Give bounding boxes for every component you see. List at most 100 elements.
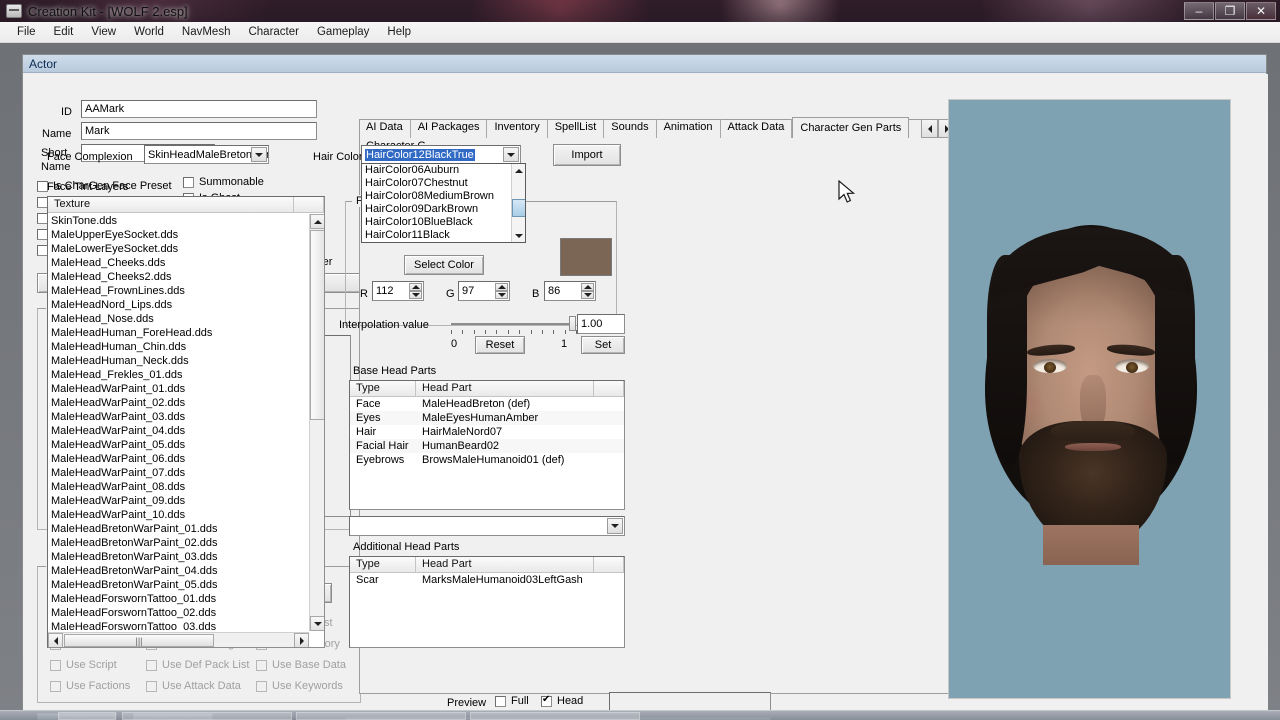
- hair-color-dropdown-list[interactable]: HairColor06Auburn HairColor07Chestnut Hair…: [361, 163, 526, 243]
- face-tint-layer-row[interactable]: MaleHeadBretonWarPaint_05.dds: [48, 578, 308, 592]
- tab-inventory[interactable]: Inventory: [487, 119, 548, 138]
- face-tint-layer-row[interactable]: MaleHeadBretonWarPaint_01.dds: [48, 522, 308, 536]
- r-field[interactable]: 112: [372, 281, 424, 301]
- close-button[interactable]: ✕: [1246, 2, 1276, 20]
- checkbox-use-def-pack-list[interactable]: Use Def Pack List: [146, 659, 249, 671]
- face-tint-layer-row[interactable]: MaleHeadWarPaint_09.dds: [48, 494, 308, 508]
- checkbox-preview-full[interactable]: Full: [495, 695, 529, 707]
- column-header-texture[interactable]: Texture: [48, 197, 295, 212]
- dropdown-option[interactable]: HairColor07Chestnut: [362, 177, 511, 190]
- column-header-head-part[interactable]: Head Part: [416, 381, 594, 396]
- face-tint-layer-row[interactable]: MaleHead_Cheeks.dds: [48, 256, 308, 270]
- dropdown-option[interactable]: HairColor09DarkBrown: [362, 203, 511, 216]
- face-tint-layer-row[interactable]: MaleHeadWarPaint_06.dds: [48, 452, 308, 466]
- table-row[interactable]: Eyes MaleEyesHumanAmber: [350, 411, 624, 425]
- hscroll-thumb[interactable]: |||: [64, 634, 214, 647]
- face-tint-layer-row[interactable]: SkinTone.dds: [48, 214, 308, 228]
- face-tint-layer-row[interactable]: MaleHead_Cheeks2.dds: [48, 270, 308, 284]
- face-tint-layer-row[interactable]: MaleHead_Frekles_01.dds: [48, 368, 308, 382]
- face-tint-layer-row[interactable]: MaleHead_FrownLines.dds: [48, 284, 308, 298]
- table-row[interactable]: Scar MarksMaleHumanoid03LeftGash: [350, 573, 624, 587]
- face-tint-layer-row[interactable]: MaleHeadWarPaint_01.dds: [48, 382, 308, 396]
- b-spinner[interactable]: [581, 283, 594, 299]
- chevron-down-icon[interactable]: [251, 147, 267, 162]
- checkbox-preview-head[interactable]: Head: [541, 694, 583, 707]
- face-tint-layer-row[interactable]: MaleHeadForswornTattoo_02.dds: [48, 606, 308, 620]
- g-field[interactable]: 97: [458, 281, 510, 301]
- scroll-up-icon[interactable]: [310, 214, 324, 229]
- tab-character-gen-parts[interactable]: Character Gen Parts: [792, 117, 910, 138]
- column-header-head-part[interactable]: Head Part: [416, 557, 594, 572]
- interpolation-slider-thumb[interactable]: [569, 316, 576, 331]
- preview-field[interactable]: [609, 692, 771, 711]
- tab-attack-data[interactable]: Attack Data: [721, 119, 793, 138]
- table-row[interactable]: Face MaleHeadBreton (def): [350, 397, 624, 411]
- scroll-left-icon[interactable]: [48, 633, 63, 647]
- face-tint-layer-row[interactable]: MaleHeadWarPaint_07.dds: [48, 466, 308, 480]
- scroll-down-icon[interactable]: [512, 229, 525, 242]
- face-complexion-combo[interactable]: SkinHeadMaleBretonCor: [144, 145, 269, 164]
- scroll-down-icon[interactable]: [310, 616, 324, 631]
- menu-edit[interactable]: Edit: [45, 23, 83, 41]
- checkbox-use-factions[interactable]: Use Factions: [50, 680, 130, 692]
- g-spinner[interactable]: [495, 283, 508, 299]
- checkbox-use-attack-data[interactable]: Use Attack Data: [146, 680, 241, 692]
- menu-character[interactable]: Character: [239, 23, 308, 41]
- face-tint-layer-row[interactable]: MaleHeadWarPaint_04.dds: [48, 424, 308, 438]
- scroll-up-icon[interactable]: [512, 164, 525, 177]
- scroll-right-icon[interactable]: [294, 633, 309, 647]
- face-tint-layer-row[interactable]: MaleHeadHuman_ForeHead.dds: [48, 326, 308, 340]
- interpolation-set-button[interactable]: Set: [581, 336, 625, 354]
- tab-ai-packages[interactable]: AI Packages: [411, 119, 488, 138]
- head-preview-viewport[interactable]: [948, 99, 1231, 699]
- face-tint-layer-row[interactable]: MaleHeadWarPaint_03.dds: [48, 410, 308, 424]
- tab-spelllist[interactable]: SpellList: [548, 119, 605, 138]
- additional-head-parts-list[interactable]: Type Head Part Scar MarksMaleHumanoid03Le…: [349, 556, 625, 648]
- menu-gameplay[interactable]: Gameplay: [308, 23, 378, 41]
- face-tint-layer-row[interactable]: MaleUpperEyeSocket.dds: [48, 228, 308, 242]
- maximize-button[interactable]: ❐: [1215, 2, 1245, 20]
- hair-color-combo[interactable]: HairColor12BlackTrue: [361, 145, 521, 164]
- face-tint-layer-row[interactable]: MaleHeadForswornTattoo_03.dds: [48, 620, 308, 631]
- chevron-down-icon[interactable]: [503, 147, 519, 162]
- taskbar-item[interactable]: [122, 712, 292, 720]
- menu-file[interactable]: File: [8, 23, 45, 41]
- menu-view[interactable]: View: [82, 23, 125, 41]
- interpolation-slider-track[interactable]: [451, 323, 571, 325]
- face-tint-layer-row[interactable]: MaleHeadHuman_Neck.dds: [48, 354, 308, 368]
- name-field[interactable]: Mark: [81, 122, 317, 140]
- dropdown-option[interactable]: HairColor06Auburn: [362, 164, 511, 177]
- dropdown-scrollbar[interactable]: [511, 164, 525, 242]
- tab-scroll-left-button[interactable]: [921, 119, 938, 138]
- face-tint-vscrollbar[interactable]: [309, 214, 324, 631]
- face-tint-layer-row[interactable]: MaleHeadWarPaint_08.dds: [48, 480, 308, 494]
- checkbox-use-keywords[interactable]: Use Keywords: [256, 680, 343, 692]
- base-head-parts-list[interactable]: Type Head Part Face MaleHeadBreton (def) E…: [349, 380, 625, 510]
- b-field[interactable]: 86: [544, 281, 596, 301]
- face-tint-layer-row[interactable]: MaleHeadForswornTattoo_01.dds: [48, 592, 308, 606]
- table-row[interactable]: Hair HairMaleNord07: [350, 425, 624, 439]
- dropdown-option[interactable]: HairColor08MediumBrown: [362, 190, 511, 203]
- face-tint-layer-row[interactable]: MaleHeadNord_Lips.dds: [48, 298, 308, 312]
- id-field[interactable]: AAMark: [81, 100, 317, 118]
- face-tint-layer-row[interactable]: MaleHeadBretonWarPaint_03.dds: [48, 550, 308, 564]
- table-row[interactable]: Eyebrows BrowsMaleHumanoid01 (def): [350, 453, 624, 467]
- taskbar-item[interactable]: [470, 712, 640, 720]
- vscroll-thumb[interactable]: [310, 230, 324, 420]
- checkbox-use-script[interactable]: Use Script: [50, 659, 117, 671]
- taskbar-item[interactable]: [58, 712, 116, 720]
- tab-ai-data[interactable]: AI Data: [359, 119, 411, 138]
- interpolation-value-field[interactable]: 1.00: [577, 314, 625, 334]
- tab-animation[interactable]: Animation: [657, 119, 721, 138]
- face-tint-layer-row[interactable]: MaleHeadWarPaint_05.dds: [48, 438, 308, 452]
- base-head-parts-selector-combo[interactable]: [349, 516, 625, 536]
- checkbox-summonable[interactable]: Summonable: [183, 176, 264, 188]
- face-tint-layers-list[interactable]: Texture SkinTone.dds MaleUpperEyeSocket.d…: [47, 196, 325, 648]
- taskbar-item[interactable]: [296, 712, 466, 720]
- face-tint-layer-row[interactable]: MaleHeadBretonWarPaint_04.dds: [48, 564, 308, 578]
- face-tint-layer-row[interactable]: MaleHead_Nose.dds: [48, 312, 308, 326]
- dropdown-option[interactable]: HairColor10BlueBlack: [362, 216, 511, 229]
- minimize-button[interactable]: –: [1184, 2, 1214, 20]
- menu-navmesh[interactable]: NavMesh: [173, 23, 240, 41]
- color-swatch[interactable]: [560, 238, 612, 276]
